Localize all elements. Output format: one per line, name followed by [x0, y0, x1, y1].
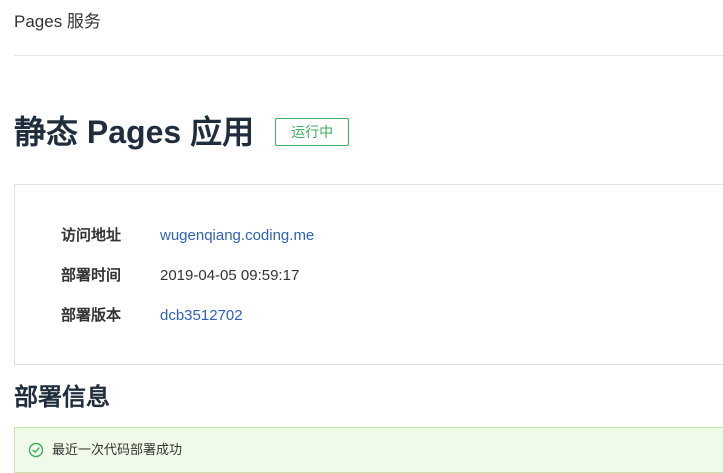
deploy-info-title: 部署信息 — [14, 384, 110, 411]
page-title: 静态 Pages 应用 — [14, 114, 255, 150]
deploy-success-alert: 最近一次代码部署成功 — [14, 427, 723, 473]
info-card: 访问地址 wugenqiang.coding.me 部署时间 2019-04-0… — [14, 184, 723, 365]
breadcrumb-title: Pages 服务 — [14, 12, 101, 31]
info-label-deploy-time: 部署时间 — [61, 267, 122, 284]
alert-message: 最近一次代码部署成功 — [52, 442, 183, 457]
header-divider — [14, 55, 723, 56]
info-label-url: 访问地址 — [61, 227, 122, 244]
site-url-link[interactable]: wugenqiang.coding.me — [160, 225, 314, 247]
status-badge: 运行中 — [275, 118, 350, 146]
info-row-deploy-time: 部署时间 2019-04-05 09:59:17 — [61, 265, 299, 287]
deploy-time-value: 2019-04-05 09:59:17 — [160, 267, 300, 284]
info-label-version: 部署版本 — [61, 307, 122, 324]
title-row: 静态 Pages 应用 运行中 — [14, 111, 350, 153]
info-row-url: 访问地址 wugenqiang.coding.me — [61, 225, 314, 247]
info-row-version: 部署版本 dcb3512702 — [61, 305, 243, 327]
check-circle-icon — [28, 442, 44, 458]
commit-version-link[interactable]: dcb3512702 — [160, 305, 243, 327]
